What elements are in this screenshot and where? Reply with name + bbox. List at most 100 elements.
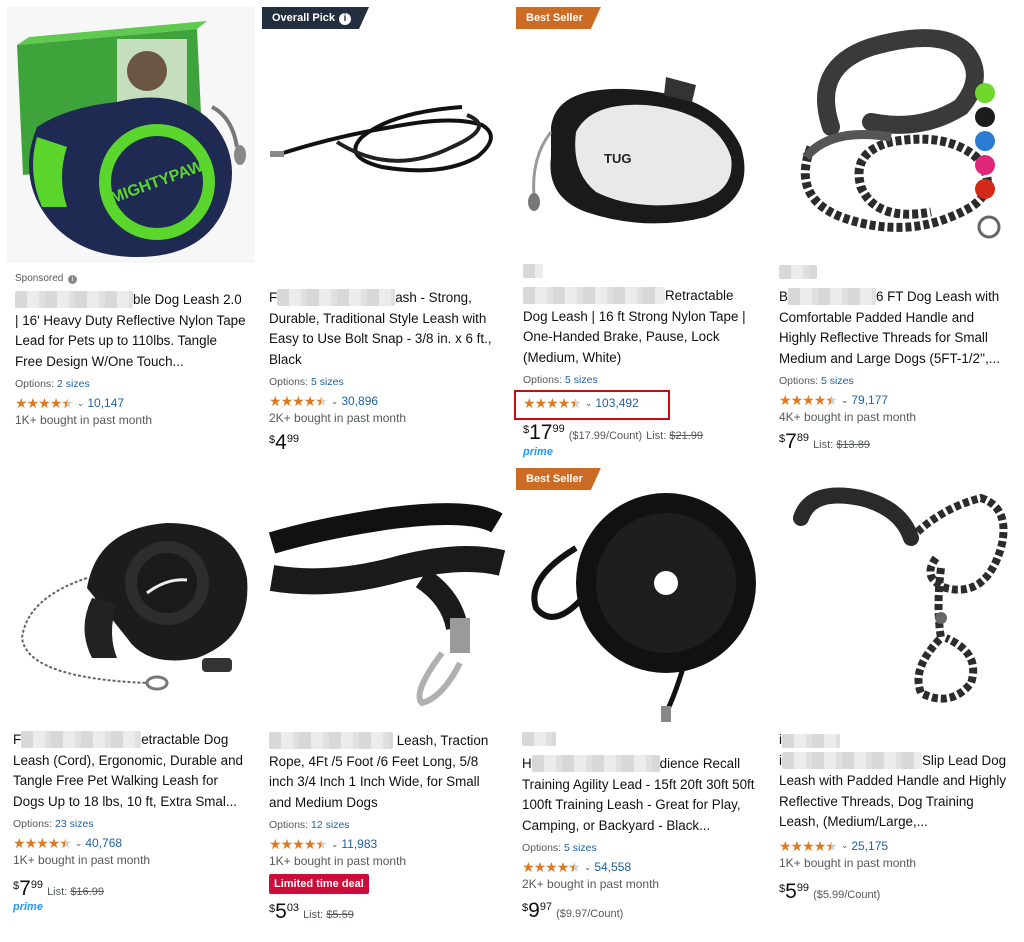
product-card[interactable]: i i Slip Lead Dog Leash with Padded Handl… [771, 468, 1019, 942]
size-options: Options: 2 sizes [15, 378, 90, 390]
rating-row[interactable]: ★ ★ ★ ★ ★ ⌄ 54,558 [522, 858, 757, 876]
rating-row[interactable]: ★ ★ ★ ★ ★ ⌄ 25,175 [779, 837, 1011, 855]
product-image[interactable] [262, 468, 509, 722]
price[interactable]: $7 89 List: $13.89 [779, 430, 1011, 454]
rating-row[interactable]: ★ ★ ★ ★ ★ ⌄ 30,896 [269, 392, 502, 410]
product-title[interactable]: Hdience Recall Training Agility Lead - 1… [522, 732, 757, 836]
rating-row[interactable]: ★ ★ ★ ★ ★ ⌄ 10,147 [15, 394, 247, 412]
chevron-down-icon[interactable]: ⌄ [75, 838, 83, 849]
star-rating[interactable]: ★ ★ ★ ★ ★ [523, 396, 582, 410]
sizes-link[interactable]: 5 sizes [821, 375, 854, 387]
price[interactable]: $17 99 ($17.99/Count) List: $21.99 [523, 421, 756, 445]
review-count[interactable]: 103,492 [595, 396, 638, 410]
price[interactable]: $9 97 ($9.97/Count) [522, 899, 757, 923]
review-count[interactable]: 54,558 [594, 860, 631, 874]
product-image[interactable] [771, 7, 1019, 263]
product-title[interactable]: Leash, Traction Rope, 4Ft /5 Foot /6 Fee… [269, 731, 502, 813]
unit-price: ($17.99/Count) [568, 430, 643, 442]
redacted-text [522, 732, 556, 746]
sponsored-label[interactable]: Sponsored i [15, 273, 247, 284]
sizes-link[interactable]: 5 sizes [311, 376, 344, 388]
list-price: List: $5.59 [303, 909, 354, 921]
review-count[interactable]: 30,896 [341, 394, 378, 408]
product-details: i i Slip Lead Dog Leash with Padded Handl… [771, 730, 1019, 904]
sizes-link[interactable]: 5 sizes [565, 374, 598, 386]
product-image[interactable] [7, 468, 255, 722]
size-options: Options: 5 sizes [523, 374, 598, 386]
chevron-down-icon[interactable]: ⌄ [331, 396, 339, 407]
chevron-down-icon[interactable]: ⌄ [331, 839, 339, 850]
product-title[interactable]: Fetractable Dog Leash (Cord), Ergonomic,… [13, 730, 249, 812]
list-price: List: $13.89 [813, 439, 870, 451]
product-card[interactable]: MIGHTYPAW Sponsored i ble Dog Leash 2.0 … [7, 7, 255, 465]
star-rating[interactable]: ★ ★ ★ ★ ★ [15, 396, 74, 410]
price[interactable]: $4 99 [269, 431, 502, 455]
price[interactable]: $5 99 ($5.99/Count) [779, 880, 1011, 904]
product-image[interactable] [516, 468, 763, 724]
product-image[interactable]: TUG [516, 7, 763, 263]
product-title[interactable]: i i Slip Lead Dog Leash with Padded Handl… [779, 730, 1011, 833]
rating-row[interactable]: ★ ★ ★ ★ ★ ⌄ 103,492 [523, 394, 756, 412]
redacted-text [781, 734, 840, 748]
chevron-down-icon[interactable]: ⌄ [841, 840, 849, 851]
chevron-down-icon[interactable]: ⌄ [77, 398, 85, 409]
unit-price: ($9.97/Count) [556, 908, 624, 920]
product-title[interactable]: ble Dog Leash 2.0 | 16' Heavy Duty Refle… [15, 290, 247, 372]
info-icon[interactable]: i [339, 13, 351, 25]
product-image[interactable]: MIGHTYPAW [7, 7, 255, 263]
sizes-link[interactable]: 23 sizes [55, 818, 94, 830]
info-icon[interactable]: i [68, 275, 78, 284]
chevron-down-icon[interactable]: ⌄ [585, 398, 593, 409]
sizes-link[interactable]: 2 sizes [57, 378, 90, 390]
product-card[interactable]: Fetractable Dog Leash (Cord), Ergonomic,… [7, 468, 255, 942]
review-count[interactable]: 10,147 [87, 396, 124, 410]
chevron-down-icon[interactable]: ⌄ [584, 862, 592, 873]
review-count[interactable]: 40,768 [85, 836, 122, 850]
chevron-down-icon[interactable]: ⌄ [841, 395, 849, 406]
sizes-link[interactable]: 5 sizes [564, 842, 597, 854]
review-count[interactable]: 79,177 [851, 393, 888, 407]
product-card[interactable]: Leash, Traction Rope, 4Ft /5 Foot /6 Fee… [262, 468, 509, 942]
best-seller-badge[interactable]: Best Seller [516, 7, 601, 29]
product-title[interactable]: Retractable Dog Leash | 16 ft Strong Nyl… [523, 264, 756, 368]
overall-pick-badge[interactable]: Overall Pick i [262, 7, 369, 29]
product-title[interactable]: Fash - Strong, Durable, Traditional Styl… [269, 288, 502, 370]
rating-row[interactable]: ★ ★ ★ ★ ★ ⌄ 11,983 [269, 835, 502, 853]
product-card[interactable]: B6 FT Dog Leash with Comfortable Padded … [771, 7, 1019, 465]
sizes-link[interactable]: 12 sizes [311, 819, 350, 831]
star-rating[interactable]: ★ ★ ★ ★ ★ [522, 860, 581, 874]
redacted-text [781, 751, 922, 769]
size-options: Options: 5 sizes [522, 842, 597, 854]
product-details: Sponsored i ble Dog Leash 2.0 | 16' Heav… [7, 273, 255, 427]
product-card[interactable]: Overall Pick i Fash - Strong, Durable, Tr… [262, 7, 509, 465]
product-card[interactable]: TUG Best Seller Retractable Dog Leash | … [516, 7, 763, 465]
product-details: Fetractable Dog Leash (Cord), Ergonomic,… [7, 730, 255, 913]
product-title[interactable]: B6 FT Dog Leash with Comfortable Padded … [779, 265, 1011, 369]
price[interactable]: $5 03 List: $5.59 [269, 900, 502, 924]
redacted-text [15, 291, 133, 308]
star-rating[interactable]: ★ ★ ★ ★ ★ [13, 836, 72, 850]
product-image[interactable] [262, 7, 509, 263]
star-rating[interactable]: ★ ★ ★ ★ ★ [779, 839, 838, 853]
size-options: Options: 12 sizes [269, 819, 350, 831]
product-image[interactable] [771, 468, 1019, 714]
star-rating[interactable]: ★ ★ ★ ★ ★ [269, 837, 328, 851]
product-details: Hdience Recall Training Agility Lead - 1… [516, 732, 763, 923]
limited-deal-badge[interactable]: Limited time deal [269, 874, 369, 894]
product-details: Fash - Strong, Durable, Traditional Styl… [262, 288, 509, 455]
rating-row[interactable]: ★ ★ ★ ★ ★ ⌄ 79,177 [779, 391, 1011, 409]
prime-logo: prime [13, 901, 43, 913]
bought-count: 1K+ bought in past month [13, 853, 151, 867]
star-rating[interactable]: ★ ★ ★ ★ ★ [779, 393, 838, 407]
size-options: Options: 23 sizes [13, 818, 94, 830]
product-card[interactable]: Best Seller Hdience Recall Training Agil… [516, 468, 763, 942]
list-price: List: $21.99 [646, 430, 704, 442]
star-rating[interactable]: ★ ★ ★ ★ ★ [269, 394, 328, 408]
review-count[interactable]: 11,983 [341, 837, 377, 851]
review-count[interactable]: 25,175 [851, 839, 888, 853]
best-seller-badge[interactable]: Best Seller [516, 468, 601, 490]
rating-row[interactable]: ★ ★ ★ ★ ★ ⌄ 40,768 [13, 834, 249, 852]
price[interactable]: $7 99 List: $16.99 [13, 877, 249, 901]
bought-count: 1K+ bought in past month [15, 413, 153, 427]
redacted-text [523, 264, 543, 278]
